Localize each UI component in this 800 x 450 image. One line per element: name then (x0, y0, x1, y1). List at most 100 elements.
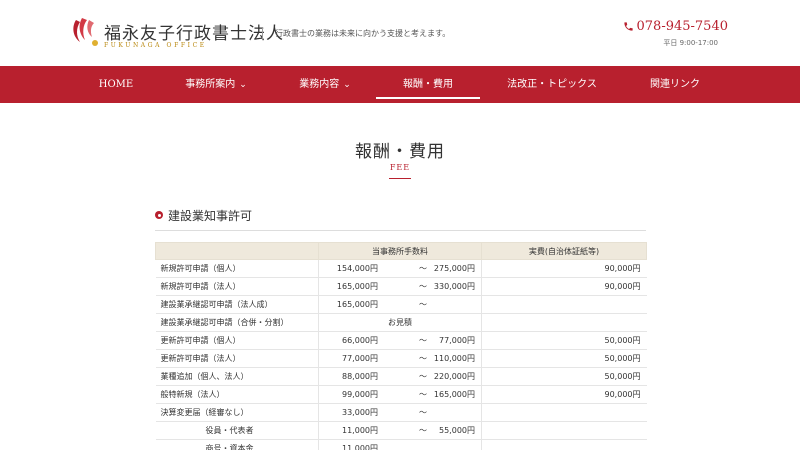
office-fee-cell: 33,000円 〜 (318, 403, 482, 422)
office-fee-cell: 11,000円 〜 55,000円 (318, 421, 482, 440)
fee-min: 154,000円 (336, 264, 378, 273)
subtitle-underline (389, 178, 411, 179)
column-header (155, 242, 319, 260)
row-label: 更新許可申請（個人） (155, 331, 319, 350)
nav-services-label: 業務内容 (299, 79, 340, 90)
fee-table: 当事務所手数料 実費(自治体証紙等) 新規許可申請（個人） 154,000円〜 27… (155, 242, 647, 450)
table-row: 建設業承継認可申請（法人成） 165,000円 〜 (155, 295, 647, 314)
fee-min: 11,000円 (342, 426, 378, 435)
phone-number[interactable]: 078-945-7540 (623, 19, 729, 34)
office-fee-cell: 66,000円 〜 77,000円 (318, 331, 482, 350)
fee-range-separator: 〜 (419, 408, 427, 417)
fee-max: 220,000円 (433, 372, 475, 381)
table-row: 新規許可申請（個人） 154,000円 〜 275,000円 90,000円 (155, 259, 647, 278)
chevron-down-icon: ⌄ (343, 80, 351, 90)
fee-max: 110,000円 (433, 354, 475, 363)
section-heading: 建設業知事許可 (155, 207, 646, 231)
fee-min: 66,000円 (342, 336, 378, 345)
table-row: 業種追加（個人、法人） 88,000円 〜 220,000円 50,000円 (155, 367, 647, 386)
nav-topics[interactable]: 法改正・トピックス (504, 66, 600, 103)
fee-min: 99,000円 (342, 390, 378, 399)
page-subtitle: FEE (389, 163, 411, 172)
site-header: 福永友子行政書士法人 FUKUNAGA OFFICE 行政書士の業務は未来に向か… (0, 0, 800, 66)
office-fee-cell: お見積 (318, 313, 482, 332)
section-title: 建設業知事許可 (168, 209, 253, 223)
office-fee-cell: 154,000円 〜 275,000円 (318, 259, 482, 278)
site-subtitle: FUKUNAGA OFFICE (104, 42, 207, 49)
site-title[interactable]: 福永友子行政書士法人 (104, 19, 284, 44)
header-divider (262, 28, 263, 39)
page-title: 報酬・費用 (355, 142, 445, 162)
table-row: 新規許可申請（法人） 165,000円 〜 330,000円 90,000円 (155, 277, 647, 296)
office-fee-cell: 77,000円 〜 110,000円 (318, 349, 482, 368)
business-hours: 平日 9:00-17:00 (663, 39, 718, 47)
main-nav: HOME 事務所案内 ⌄ 業務内容 ⌄ 報酬・費用 法改正・トピックス 関連リンク (0, 66, 800, 103)
actual-cost-cell: 50,000円 (481, 367, 647, 386)
row-label: 決算変更届（経審なし） (155, 403, 319, 422)
office-fee-cell: 165,000円 〜 (318, 295, 482, 314)
actual-cost-cell (481, 313, 647, 332)
row-label: 更新許可申請（法人） (155, 349, 319, 368)
fee-range-separator: 〜 (419, 390, 427, 399)
actual-cost-cell: 90,000円 (481, 385, 647, 404)
table-row: 更新許可申請（個人） 66,000円 〜 77,000円 50,000円 (155, 331, 647, 350)
table-row: 商号・資本金 11,000円 (155, 439, 647, 450)
row-label: 業種追加（個人、法人） (155, 367, 319, 386)
row-label: 新規許可申請（法人） (155, 277, 319, 296)
fee-range-separator: 〜 (419, 336, 427, 345)
actual-cost-cell: 90,000円 (481, 277, 647, 296)
nav-services[interactable]: 業務内容 ⌄ (297, 66, 353, 103)
actual-cost-cell: 90,000円 (481, 259, 647, 278)
chevron-down-icon: ⌄ (239, 80, 247, 90)
phone-text: 078-945-7540 (636, 19, 729, 34)
fee-min: 11,000円 (342, 444, 378, 450)
office-fee-cell: 99,000円 〜 165,000円 (318, 385, 482, 404)
fee-range-separator: 〜 (419, 264, 427, 273)
nav-office[interactable]: 事務所案内 ⌄ (183, 66, 249, 103)
tagline: 行政書士の業務は未来に向かう支援と考えます。 (275, 29, 451, 38)
office-fee-cell: 88,000円 〜 220,000円 (318, 367, 482, 386)
nav-fees[interactable]: 報酬・費用 (376, 66, 480, 103)
column-header: 実費(自治体証紙等) (481, 242, 647, 260)
fee-range-separator: 〜 (419, 354, 427, 363)
fee-max: 330,000円 (433, 282, 475, 291)
fee-min: 165,000円 (336, 300, 378, 309)
fee-min: 165,000円 (336, 282, 378, 291)
fee-range-separator: 〜 (419, 300, 427, 309)
table-header-row: 当事務所手数料 実費(自治体証紙等) (155, 242, 647, 260)
fee-max: 275,000円 (433, 264, 475, 273)
actual-cost-cell (481, 421, 647, 440)
actual-cost-cell (481, 295, 647, 314)
logo-icon[interactable] (70, 16, 100, 48)
actual-cost-cell: 50,000円 (481, 331, 647, 350)
fee-min: 33,000円 (342, 408, 378, 417)
table-row: 決算変更届（経審なし） 33,000円 〜 (155, 403, 647, 422)
nav-office-label: 事務所案内 (185, 79, 236, 90)
nav-links-label: 関連リンク (650, 79, 700, 90)
phone-icon (623, 22, 633, 31)
row-label: 新規許可申請（個人） (155, 259, 319, 278)
fee-min: 88,000円 (342, 372, 378, 381)
fee-min: 77,000円 (342, 354, 378, 363)
fee-max: 165,000円 (433, 390, 475, 399)
fee-max: 55,000円 (439, 426, 475, 435)
row-label: 般特新規（法人） (155, 385, 319, 404)
nav-links[interactable]: 関連リンク (646, 66, 704, 103)
fee-max: 77,000円 (439, 336, 475, 345)
row-label: 建設業承継認可申請（合併・分割） (155, 313, 319, 332)
actual-cost-cell (481, 403, 647, 422)
row-label: 商号・資本金 (155, 439, 319, 450)
row-label: 建設業承継認可申請（法人成） (155, 295, 319, 314)
row-label: 役員・代表者 (155, 421, 319, 440)
nav-home[interactable]: HOME (92, 66, 140, 103)
fee-range-separator: 〜 (419, 282, 427, 291)
fee-range-separator: 〜 (419, 372, 427, 381)
table-row: 般特新規（法人） 99,000円 〜 165,000円 90,000円 (155, 385, 647, 404)
bullet-icon (155, 211, 163, 219)
actual-cost-cell (481, 439, 647, 450)
nav-topics-label: 法改正・トピックス (507, 79, 597, 90)
office-fee-cell: 11,000円 (318, 439, 482, 450)
table-row: 建設業承継認可申請（合併・分割） お見積 (155, 313, 647, 332)
fee-range-separator: 〜 (419, 426, 427, 435)
nav-home-label: HOME (98, 79, 134, 90)
